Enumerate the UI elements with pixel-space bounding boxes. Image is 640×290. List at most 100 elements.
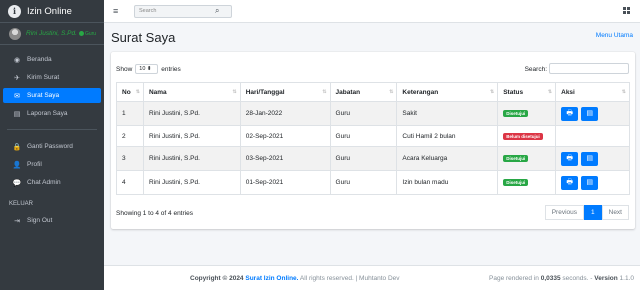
- user-name: Rini Justini, S.Pd.: [26, 30, 77, 37]
- table-row: 4 Rini Justini, S.Pd. 01-Sep-2021 Guru I…: [116, 170, 630, 195]
- brand-logo-icon: i: [8, 4, 21, 18]
- col-header-status[interactable]: Status ⇅: [497, 82, 557, 102]
- sidebar-nav: ◉ Beranda ✈ Kirim Surat ✉ Surat Saya ▤ L…: [3, 52, 101, 228]
- status-badge: Disetujui: [503, 155, 529, 162]
- sidebar-item-kirim-surat[interactable]: ✈ Kirim Surat: [3, 70, 101, 85]
- page-title: Surat Saya: [111, 30, 176, 45]
- cell-no: 2: [116, 125, 144, 147]
- table-header-row: No ⇅ Nama ⇅ Hari/Tanggal ⇅ Jabatan ⇅ Keteran…: [116, 82, 630, 102]
- entries-length-select[interactable]: 10 ⬍: [135, 64, 159, 74]
- sidebar-item-label: Profil: [27, 161, 42, 168]
- cell-jabatan: Guru: [329, 125, 398, 147]
- next-page-button[interactable]: Next: [601, 205, 629, 220]
- cell-tanggal: 01-Sep-2021: [239, 170, 331, 195]
- user-icon: 👤: [12, 161, 22, 169]
- view-document-button[interactable]: ▤: [581, 151, 599, 166]
- sidebar-item-label: Kirim Surat: [27, 74, 60, 81]
- status-badge: Disetujui: [503, 110, 529, 117]
- cell-jabatan: Guru: [329, 101, 398, 126]
- document-icon: ▤: [13, 110, 21, 118]
- cell-jabatan: Guru: [329, 146, 398, 171]
- cell-jabatan: Guru: [329, 170, 398, 195]
- cell-nama: Rini Justini, S.Pd.: [142, 101, 241, 126]
- envelope-icon: ✉: [14, 92, 20, 100]
- brand-title: Izin Online: [27, 5, 72, 17]
- page-1-button[interactable]: 1: [584, 205, 602, 220]
- cell-status: Belum disetujui: [497, 125, 557, 147]
- cell-aksi: [555, 125, 630, 147]
- status-badge: Disetujui: [503, 179, 529, 186]
- cell-status: Disetujui: [497, 101, 557, 126]
- user-status: Guru: [84, 30, 97, 37]
- table-search-label: Search:: [524, 66, 547, 73]
- cell-status: Disetujui: [497, 170, 557, 195]
- cell-keterangan: Cuti Hamil 2 bulan: [396, 125, 499, 147]
- sidebar-item-chat-admin[interactable]: 💬 Chat Admin: [3, 175, 101, 190]
- cell-keterangan: Izin bulan madu: [396, 170, 499, 195]
- view-document-button[interactable]: ▤: [581, 175, 599, 190]
- table-info: Showing 1 to 4 of 4 entries: [116, 210, 193, 217]
- table-row: 2 Rini Justini, S.Pd. 02-Sep-2021 Guru C…: [116, 125, 630, 147]
- cell-nama: Rini Justini, S.Pd.: [142, 146, 241, 171]
- menu-toggle-icon[interactable]: ≡: [113, 6, 118, 16]
- sidebar-header-keluar: KELUAR: [9, 201, 34, 207]
- footer: Copyright © 2024 Surat Izin Online. All …: [104, 265, 640, 290]
- table-search-input[interactable]: [549, 63, 629, 74]
- sidebar-item-surat-saya[interactable]: ✉ Surat Saya: [3, 88, 101, 103]
- cell-no: 3: [116, 146, 144, 171]
- cell-tanggal: 02-Sep-2021: [239, 125, 331, 147]
- cell-nama: Rini Justini, S.Pd.: [142, 170, 241, 195]
- user-panel[interactable]: Rini Justini, S.Pd. Guru: [0, 23, 104, 45]
- sidebar-item-ganti-password[interactable]: 🔒 Ganti Password: [3, 139, 101, 154]
- view-document-button[interactable]: ▤: [581, 106, 599, 121]
- chat-icon: 💬: [12, 179, 22, 187]
- sidebar-item-label: Ganti Password: [27, 143, 73, 150]
- cell-aksi: 🖶 ▤: [555, 146, 630, 171]
- sidebar-item-beranda[interactable]: ◉ Beranda: [3, 52, 101, 67]
- fullscreen-grid-icon[interactable]: [623, 7, 630, 14]
- col-header-tanggal[interactable]: Hari/Tanggal ⇅: [239, 82, 331, 102]
- cell-tanggal: 03-Sep-2021: [239, 146, 331, 171]
- col-header-jabatan[interactable]: Jabatan ⇅: [329, 82, 398, 102]
- show-label: Show: [116, 65, 133, 73]
- sidebar-item-laporan-saya[interactable]: ▤ Laporan Saya: [3, 106, 101, 121]
- cell-no: 4: [116, 170, 144, 195]
- pagination: Previous 1 Next: [544, 205, 629, 220]
- entries-label: entries: [161, 65, 181, 73]
- col-header-keterangan[interactable]: Keterangan ⇅: [396, 82, 499, 102]
- table-card: Show 10 ⬍ entries Search: No ⇅ Nama ⇅ Hari…: [111, 52, 635, 229]
- topbar: ≡ Search ⌕: [104, 0, 640, 23]
- cell-tanggal: 28-Jan-2022: [239, 101, 331, 126]
- avatar: [9, 27, 21, 40]
- brand-link[interactable]: i Izin Online: [0, 0, 104, 23]
- cell-no: 1: [116, 101, 144, 126]
- print-button[interactable]: 🖶: [561, 175, 579, 190]
- sidebar-item-label: Sign Out: [27, 217, 53, 224]
- send-icon: ✈: [14, 74, 20, 82]
- footer-render-info: Page rendered in 0,0335 seconds. - Versi…: [489, 275, 634, 282]
- sidebar-item-sign-out[interactable]: ⇥ Sign Out: [3, 213, 101, 228]
- col-header-nama[interactable]: Nama ⇅: [142, 82, 241, 102]
- print-button[interactable]: 🖶: [561, 151, 579, 166]
- cell-aksi: 🖶 ▤: [555, 101, 630, 126]
- col-header-no[interactable]: No ⇅: [116, 82, 144, 102]
- previous-page-button[interactable]: Previous: [544, 205, 584, 220]
- breadcrumb-home-link[interactable]: Menu Utama: [596, 32, 633, 39]
- col-header-aksi[interactable]: Aksi ⇅: [555, 82, 630, 102]
- cell-nama: Rini Justini, S.Pd.: [142, 125, 241, 147]
- sidebar-item-profil[interactable]: 👤 Profil: [3, 157, 101, 172]
- length-control: Show 10 ⬍ entries: [116, 64, 181, 74]
- sign-out-icon: ⇥: [14, 217, 20, 225]
- sidebar: i Izin Online Rini Justini, S.Pd. Guru ◉…: [0, 0, 104, 290]
- sidebar-item-label: Chat Admin: [27, 179, 61, 186]
- search-icon[interactable]: ⌕: [215, 6, 219, 16]
- sidebar-divider: [7, 129, 97, 130]
- footer-brand-link[interactable]: Surat Izin Online.: [245, 275, 298, 282]
- sidebar-item-label: Beranda: [27, 56, 52, 63]
- print-button[interactable]: 🖶: [561, 106, 579, 121]
- sidebar-item-label: Surat Saya: [27, 92, 60, 99]
- letters-table: No ⇅ Nama ⇅ Hari/Tanggal ⇅ Jabatan ⇅ Keteran…: [116, 82, 630, 195]
- dashboard-icon: ◉: [13, 56, 21, 64]
- lock-icon: 🔒: [12, 143, 22, 151]
- sidebar-item-label: Laporan Saya: [27, 110, 68, 117]
